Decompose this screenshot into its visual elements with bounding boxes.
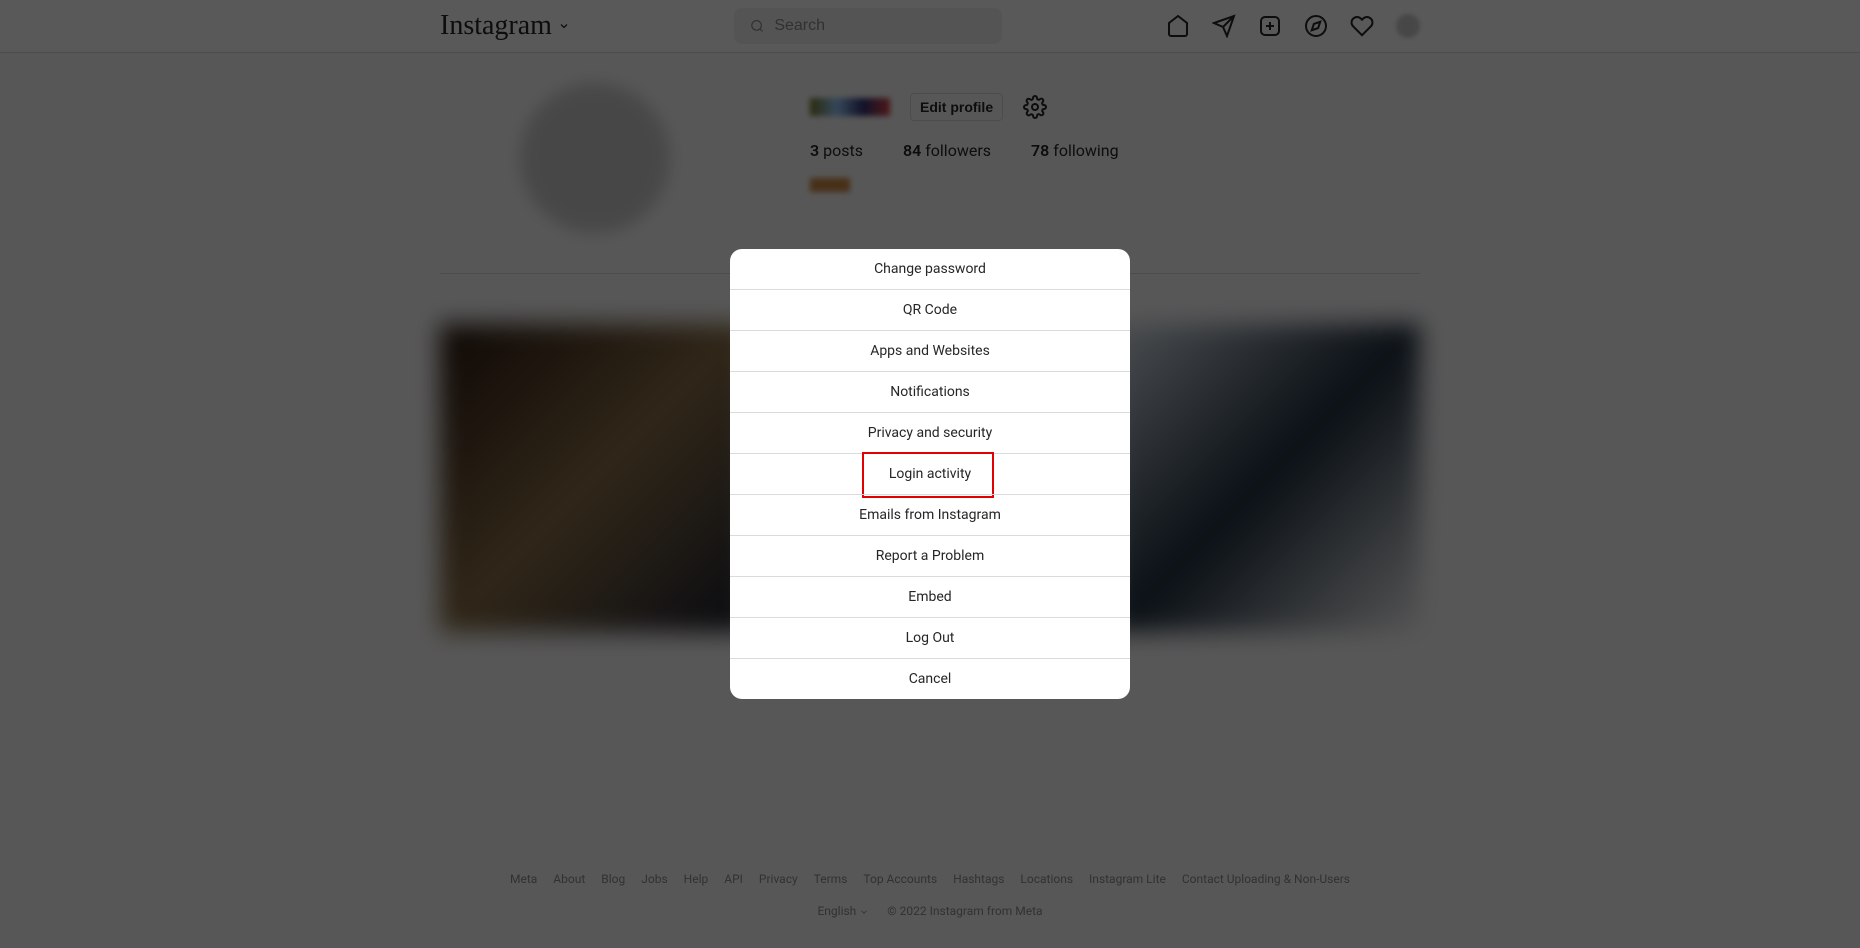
modal-item-embed[interactable]: Embed bbox=[730, 576, 1130, 617]
modal-item-cancel[interactable]: Cancel bbox=[730, 658, 1130, 699]
modal-item-privacy-and-security[interactable]: Privacy and security bbox=[730, 412, 1130, 453]
settings-modal: Change passwordQR CodeApps and WebsitesN… bbox=[730, 249, 1130, 699]
modal-item-emails-from-instagram[interactable]: Emails from Instagram bbox=[730, 494, 1130, 535]
modal-item-notifications[interactable]: Notifications bbox=[730, 371, 1130, 412]
modal-item-qr-code[interactable]: QR Code bbox=[730, 289, 1130, 330]
modal-item-change-password[interactable]: Change password bbox=[730, 249, 1130, 289]
modal-item-log-out[interactable]: Log Out bbox=[730, 617, 1130, 658]
modal-item-report-a-problem[interactable]: Report a Problem bbox=[730, 535, 1130, 576]
modal-overlay[interactable]: Change passwordQR CodeApps and WebsitesN… bbox=[0, 0, 1860, 948]
modal-item-login-activity[interactable]: Login activity bbox=[730, 453, 1130, 494]
modal-item-apps-and-websites[interactable]: Apps and Websites bbox=[730, 330, 1130, 371]
